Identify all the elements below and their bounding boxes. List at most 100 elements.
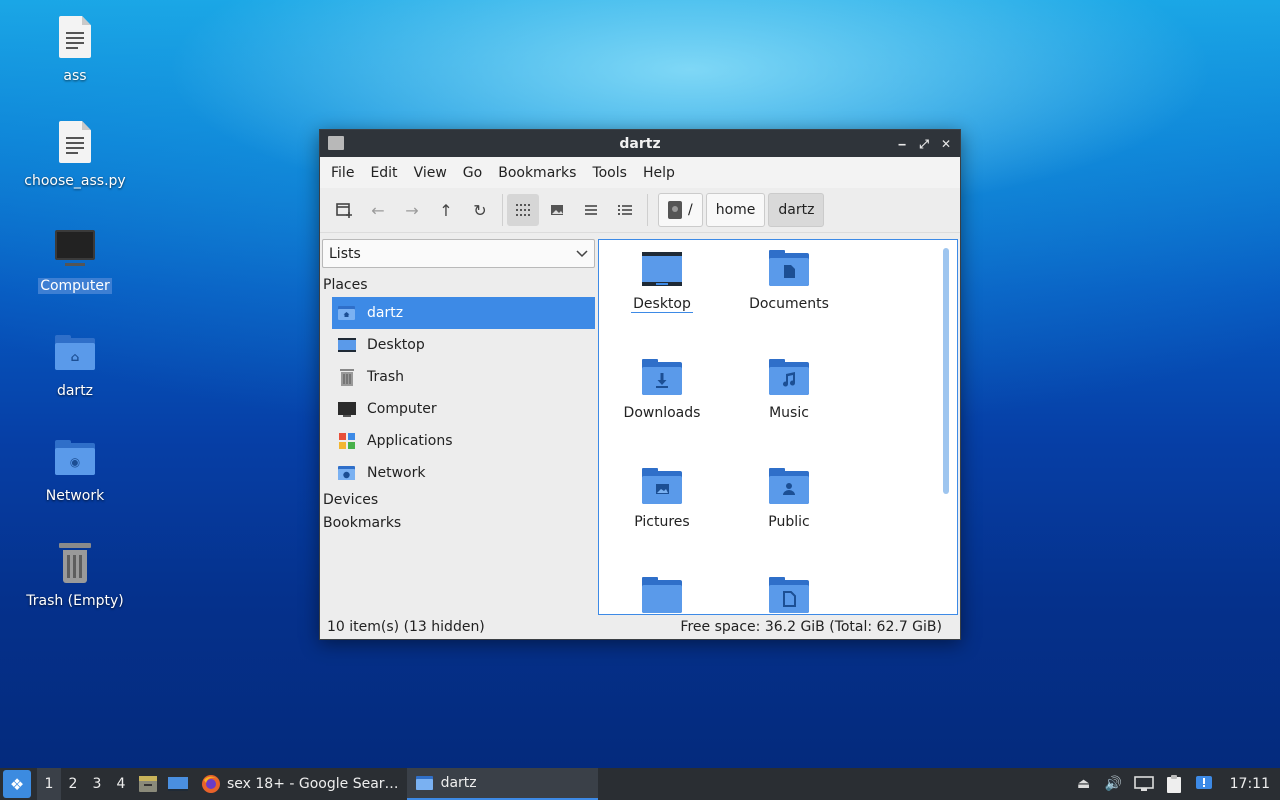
- sidebar-item-network[interactable]: Network: [332, 457, 595, 489]
- menu-go[interactable]: Go: [455, 165, 490, 181]
- vertical-scrollbar[interactable]: [943, 248, 949, 494]
- volume-icon[interactable]: 🔊: [1104, 774, 1124, 794]
- item-count: 10 item(s) (13 hidden): [327, 619, 485, 635]
- sidebar-item-applications[interactable]: Applications: [332, 425, 595, 457]
- task-dartz[interactable]: dartz: [406, 768, 598, 800]
- text-file-icon: [51, 14, 99, 62]
- workspace-1[interactable]: 1: [37, 768, 61, 800]
- desktop-icon-choose-ass[interactable]: choose_ass.py: [15, 119, 135, 189]
- window-body: Lists Places dartz Desktop Trash Compute…: [320, 234, 960, 615]
- file-view[interactable]: Desktop Documents Downloads Music Pictur…: [598, 239, 958, 615]
- pictures-folder-icon: [638, 462, 686, 510]
- show-desktop-icon[interactable]: [165, 771, 191, 797]
- free-space: Free space: 36.2 GiB (Total: 62.7 GiB): [680, 619, 942, 635]
- workspace-3[interactable]: 3: [85, 768, 109, 800]
- menu-tools[interactable]: Tools: [584, 165, 635, 181]
- detailed-list-view-icon[interactable]: [609, 194, 641, 226]
- file-manager-launcher-icon[interactable]: [135, 771, 161, 797]
- sidebar-item-label: Applications: [367, 433, 453, 449]
- side-pane-mode-select[interactable]: Lists: [322, 239, 595, 268]
- breadcrumb-root[interactable]: /: [658, 193, 703, 227]
- file-item-templates[interactable]: [729, 571, 849, 614]
- desktop-icon-computer[interactable]: Computer: [15, 224, 135, 294]
- network-status-icon[interactable]: [1133, 774, 1154, 794]
- menu-bookmarks[interactable]: Bookmarks: [490, 165, 584, 181]
- task-firefox[interactable]: sex 18+ - Google Sear…: [193, 768, 407, 800]
- new-tab-icon[interactable]: [328, 194, 360, 226]
- workspace-4[interactable]: 4: [109, 768, 133, 800]
- sidebar-item-trash[interactable]: Trash: [332, 361, 595, 393]
- clipboard-icon[interactable]: [1164, 774, 1184, 794]
- menu-help[interactable]: Help: [635, 165, 683, 181]
- toolbar-separator: [647, 194, 648, 226]
- toolbar-separator: [502, 194, 503, 226]
- documents-folder-icon: [765, 244, 813, 292]
- places-heading[interactable]: Places: [320, 274, 596, 297]
- sidebar-item-label: Computer: [367, 401, 437, 417]
- minimize-icon[interactable]: ‒: [894, 136, 910, 152]
- maximize-icon[interactable]: ⤢: [916, 136, 932, 152]
- chevron-down-icon: [576, 249, 588, 257]
- file-item-label: Public: [768, 514, 810, 530]
- computer-icon: [337, 400, 357, 418]
- file-item-documents[interactable]: Documents: [729, 244, 849, 312]
- desktop-icon-network[interactable]: ◉ Network: [15, 434, 135, 504]
- sidebar-item-dartz[interactable]: dartz: [332, 297, 595, 329]
- desktop-icon-dartz[interactable]: ⌂ dartz: [15, 329, 135, 399]
- file-item-public[interactable]: Public: [729, 462, 849, 530]
- bookmarks-heading[interactable]: Bookmarks: [320, 512, 596, 535]
- reload-icon[interactable]: ↻: [464, 194, 496, 226]
- menu-file[interactable]: File: [323, 165, 362, 181]
- compact-view-icon[interactable]: [575, 194, 607, 226]
- desktop-icon-trash[interactable]: Trash (Empty): [15, 539, 135, 609]
- thumbnail-view-icon[interactable]: [541, 194, 573, 226]
- breadcrumb-dartz[interactable]: dartz: [768, 193, 825, 227]
- desktop-icon-label: choose_ass.py: [24, 173, 126, 189]
- start-menu-icon[interactable]: ❖: [3, 770, 31, 798]
- file-item-folder[interactable]: [602, 571, 722, 614]
- file-item-music[interactable]: Music: [729, 353, 849, 421]
- task-label: sex 18+ - Google Sear…: [227, 776, 399, 792]
- file-item-downloads[interactable]: Downloads: [602, 353, 722, 421]
- eject-icon[interactable]: ⏏: [1074, 774, 1094, 794]
- file-manager-window: dartz ‒ ⤢ ✕ File Edit View Go Bookmarks …: [319, 129, 961, 640]
- side-pane-mode-value: Lists: [329, 245, 361, 262]
- folder-icon: [415, 776, 433, 790]
- drive-icon: [668, 201, 682, 219]
- status-bar: 10 item(s) (13 hidden) Free space: 36.2 …: [320, 615, 960, 639]
- breadcrumb-home[interactable]: home: [705, 193, 766, 227]
- firefox-icon: [202, 775, 220, 793]
- file-item-label: Music: [769, 405, 809, 421]
- breadcrumb-label: /: [688, 202, 693, 218]
- menu-edit[interactable]: Edit: [362, 165, 405, 181]
- taskbar: ❖ 1 2 3 4 sex 18+ - Google Sear… dartz ⏏…: [0, 768, 1280, 800]
- task-label: dartz: [440, 775, 477, 791]
- titlebar[interactable]: dartz ‒ ⤢ ✕: [320, 130, 960, 157]
- file-item-desktop[interactable]: Desktop: [602, 244, 722, 313]
- file-item-label: Desktop: [631, 296, 693, 313]
- desktop-icon-label: Trash (Empty): [26, 593, 124, 609]
- up-icon[interactable]: ↑: [430, 194, 462, 226]
- desktop-icon-label: dartz: [56, 383, 94, 399]
- devices-heading[interactable]: Devices: [320, 489, 596, 512]
- sidebar-item-label: Network: [367, 465, 426, 481]
- network-icon: [337, 464, 357, 482]
- forward-icon[interactable]: →: [396, 194, 428, 226]
- icon-view-icon[interactable]: [507, 194, 539, 226]
- sidebar-item-computer[interactable]: Computer: [332, 393, 595, 425]
- close-icon[interactable]: ✕: [938, 136, 954, 152]
- sidebar-item-desktop[interactable]: Desktop: [332, 329, 595, 361]
- file-item-label: Pictures: [634, 514, 690, 530]
- clock[interactable]: 17:11: [1230, 776, 1270, 792]
- menu-view[interactable]: View: [406, 165, 455, 181]
- update-notifier-icon[interactable]: [1194, 774, 1214, 794]
- breadcrumb: / home dartz: [658, 193, 825, 227]
- file-item-pictures[interactable]: Pictures: [602, 462, 722, 530]
- applications-icon: [337, 432, 357, 450]
- menubar: File Edit View Go Bookmarks Tools Help: [320, 157, 960, 188]
- back-icon[interactable]: ←: [362, 194, 394, 226]
- workspace-2[interactable]: 2: [61, 768, 85, 800]
- desktop-icon-label: Network: [45, 488, 105, 504]
- desktop-icon-ass[interactable]: ass: [15, 14, 135, 84]
- computer-icon: [51, 224, 99, 272]
